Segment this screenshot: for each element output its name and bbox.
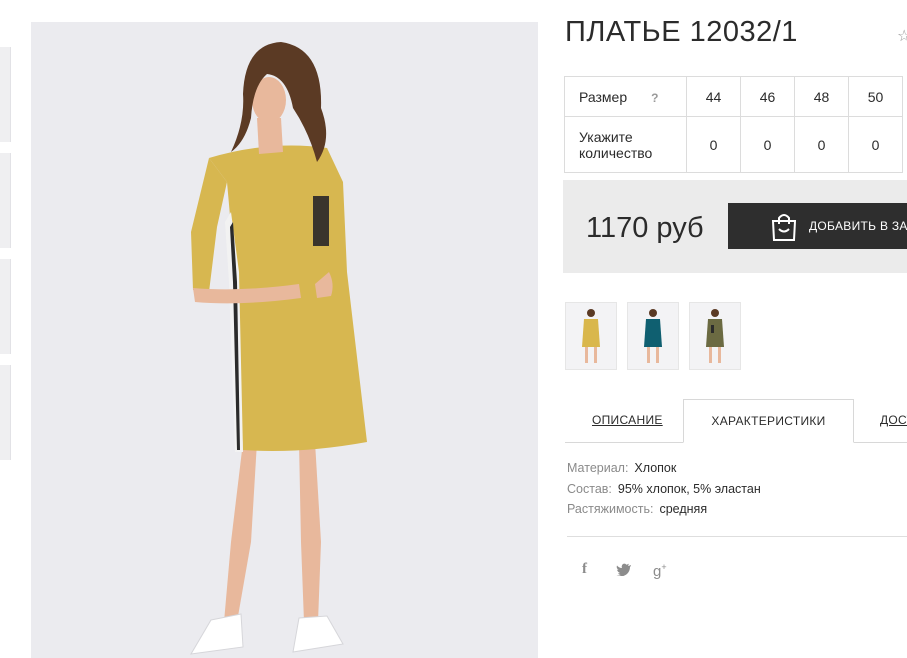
twitter-icon[interactable] [616,563,632,576]
spec-value: 95% хлопок, 5% эластан [617,481,761,496]
star-outline-icon[interactable]: ☆ [897,26,907,46]
quantity-input[interactable]: 0 [848,116,903,173]
spec-row: Растяжимость: средняя [567,502,761,523]
facebook-icon[interactable]: f [582,561,587,578]
quantity-label-cell: Укажите количество [564,116,687,173]
spec-key: Состав: [567,481,612,496]
thumbnail-strip [0,0,11,658]
product-title: ПЛАТЬЕ 12032/1 [565,16,798,48]
spec-row: Материал: Хлопок [567,461,761,482]
characteristics-list: Материал: Хлопок Состав: 95% хлопок, 5% эл… [567,461,761,523]
size-option[interactable]: 44 [686,76,741,117]
shopping-bag-icon [771,214,797,241]
quantity-label-line1: Укажите [579,128,633,145]
tab-characteristics[interactable]: ХАРАКТЕРИСТИКИ [683,399,854,443]
tab-delivery[interactable]: ДОСТ [880,413,907,427]
quantity-input[interactable]: 0 [794,116,849,173]
spec-row: Состав: 95% хлопок, 5% эластан [567,482,761,503]
size-option[interactable]: 48 [794,76,849,117]
price-box: 1170 руб ДОБАВИТЬ В ЗА [563,180,907,273]
size-option[interactable]: 46 [740,76,795,117]
product-tabs: ОПИСАНИЕ ХАРАКТЕРИСТИКИ ДОСТ [565,399,907,443]
strip-thumbnail[interactable] [0,259,11,354]
add-to-cart-button[interactable]: ДОБАВИТЬ В ЗА [728,203,907,249]
strip-thumbnail[interactable] [0,47,11,142]
spec-key: Растяжимость: [567,502,654,516]
quantity-input[interactable]: 0 [686,116,741,173]
google-plus-icon[interactable]: g+ [653,562,667,580]
spec-value: Хлопок [634,461,677,475]
size-option[interactable]: 50 [848,76,903,117]
divider [567,536,907,537]
add-to-cart-label: ДОБАВИТЬ В ЗА [809,219,907,233]
quantity-input[interactable]: 0 [740,116,795,173]
size-label: Размер [579,88,628,105]
quantity-label-line2: количество [579,144,653,161]
color-variant-thumbnail[interactable] [689,302,741,370]
spec-value: средняя [659,502,708,516]
main-product-image[interactable] [31,22,538,658]
question-icon[interactable]: ? [651,91,658,105]
strip-thumbnail[interactable] [0,365,11,460]
price: 1170 руб [586,212,704,244]
spec-key: Материал: [567,461,629,475]
size-table: Размер? 44 46 48 50 Укажите количество 0… [564,76,903,173]
color-variant-thumbnail[interactable] [627,302,679,370]
strip-thumbnail[interactable] [0,153,11,248]
color-variant-thumbnail[interactable] [565,302,617,370]
size-label-cell: Размер? [564,76,687,117]
tab-description[interactable]: ОПИСАНИЕ [592,413,663,427]
